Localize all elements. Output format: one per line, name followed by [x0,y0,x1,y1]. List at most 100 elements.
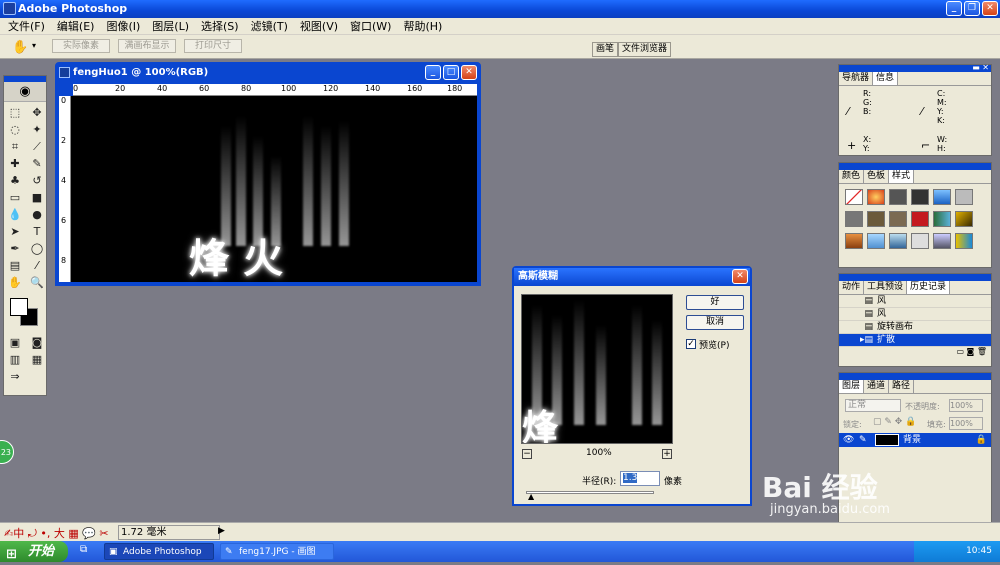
move-tool-icon[interactable]: ✥ [27,105,47,121]
menu-image[interactable]: 图像(I) [100,18,146,34]
tab-tool-presets[interactable]: 工具预设 [864,281,908,294]
foreground-color[interactable] [10,298,28,316]
doc-minimize-button[interactable]: _ [425,65,441,80]
history-item[interactable]: ▤ 风 [839,295,991,308]
history-item[interactable]: ▤ 旋转画布 [839,321,991,334]
opacity-input[interactable]: 100% [949,399,983,412]
shape-tool-icon[interactable]: ◯ [27,241,47,257]
hand-tool-icon[interactable]: ✋ [5,275,25,291]
healing-brush-icon[interactable]: ✚ [5,156,25,172]
doc-close-button[interactable]: ✕ [461,65,477,80]
history-brush-icon[interactable]: ↺ [27,173,47,189]
tab-brushes[interactable]: 画笔 [592,42,619,57]
style-swatch[interactable] [911,189,929,205]
quick-mask-icon[interactable]: ◙ [27,335,47,351]
eye-logo-icon[interactable]: ◉ [4,82,46,102]
brush-tool-icon[interactable]: ✎ [27,156,47,172]
marquee-tool-icon[interactable]: ⬚ [5,105,25,121]
blend-mode-select[interactable]: 正常 [845,399,901,412]
slice-tool-icon[interactable]: ⟋ [27,139,47,155]
menu-view[interactable]: 视图(V) [294,18,344,34]
radius-input[interactable]: 1.3 [620,471,660,486]
menu-edit[interactable]: 编辑(E) [51,18,101,34]
blur-preview[interactable]: 烽火 [521,294,673,444]
style-swatch[interactable] [889,189,907,205]
dialog-close-button[interactable]: ✕ [732,269,748,284]
tab-info[interactable]: 信息 [873,72,899,85]
quicklaunch-icon[interactable]: ⧉ [80,544,87,555]
system-clock[interactable]: 10:45 [914,541,1000,562]
status-arrow-icon[interactable]: ▶ [218,526,225,536]
menu-layer[interactable]: 图层(L) [146,18,195,34]
eyedropper-icon[interactable]: ⁄ [27,258,47,274]
menu-filter[interactable]: 滤镜(T) [245,18,294,34]
crop-tool-icon[interactable]: ⌗ [5,139,25,155]
history-item-active[interactable]: ▸▤ 扩散 [839,334,991,347]
close-button[interactable]: ✕ [982,1,998,16]
radius-slider-track[interactable] [526,491,654,494]
style-swatch[interactable] [889,233,907,249]
style-swatch[interactable] [911,233,929,249]
taskbar-item-photoshop[interactable]: ▣ Adobe Photoshop [104,543,214,560]
tab-paths[interactable]: 路径 [889,380,915,393]
fill-input[interactable]: 100% [949,417,983,430]
status-info[interactable]: 1.72 毫米 [118,525,220,540]
document-title-bar[interactable]: fengHuo1 @ 100%(RGB) _ □ ✕ [57,64,479,82]
history-footer-icons[interactable]: ▭ ◙ 🗑 [839,347,991,359]
tab-history[interactable]: 历史记录 [907,281,951,294]
tab-file-browser[interactable]: 文件浏览器 [618,42,672,57]
style-swatch[interactable] [845,211,863,227]
radius-slider-handle[interactable]: ▲ [528,492,534,501]
magic-wand-icon[interactable]: ✦ [27,122,47,138]
preview-checkbox[interactable]: ✓ [686,339,696,349]
print-size-button[interactable]: 打印尺寸 [184,39,242,53]
zoom-in-button[interactable]: + [662,449,672,459]
dodge-tool-icon[interactable]: ● [27,207,47,223]
pen-tool-icon[interactable]: ✒ [5,241,25,257]
style-swatch[interactable] [933,189,951,205]
style-swatch[interactable] [955,211,973,227]
taskbar-item-paint[interactable]: ✎ feng17.JPG - 画图 [220,543,334,560]
style-swatch[interactable] [867,211,885,227]
fullscreen-mode-icon[interactable]: ▦ [27,352,47,368]
gradient-tool-icon[interactable]: ■ [27,190,47,206]
panel-minimize-icon[interactable]: ▬ ✕ [972,63,989,72]
style-swatch[interactable] [911,211,929,227]
restore-button[interactable]: ❐ [964,1,980,16]
menu-select[interactable]: 选择(S) [195,18,245,34]
style-swatch[interactable] [933,211,951,227]
tab-layers[interactable]: 图层 [839,380,865,393]
style-swatch[interactable] [867,189,885,205]
tab-actions[interactable]: 动作 [839,281,865,294]
menu-window[interactable]: 窗口(W) [344,18,397,34]
zoom-tool-icon[interactable]: 🔍 [27,275,47,291]
style-swatch[interactable] [845,233,863,249]
image-canvas[interactable]: 烽火 [71,96,477,282]
style-swatch[interactable] [889,211,907,227]
menu-help[interactable]: 帮助(H) [397,18,448,34]
actual-pixels-button[interactable]: 实际像素 [52,39,110,53]
blur-tool-icon[interactable]: 💧 [5,207,25,223]
fit-on-screen-button[interactable]: 满画布显示 [118,39,176,53]
hand-tool-icon[interactable]: ✋ [12,40,28,55]
layer-row[interactable]: 👁 ✎ 背景 🔒 [839,433,991,447]
minimize-button[interactable]: _ [946,1,962,16]
tab-color[interactable]: 颜色 [839,170,865,183]
jump-to-imageready-icon[interactable]: ⇒ [5,369,25,385]
tab-swatches[interactable]: 色板 [864,170,890,183]
stamp-tool-icon[interactable]: ♣ [5,173,25,189]
cancel-button[interactable]: 取消 [686,315,744,330]
zoom-out-button[interactable]: − [522,449,532,459]
dialog-title-bar[interactable]: 高斯模糊 ✕ [514,268,750,286]
screen-mode-icon[interactable]: ▥ [5,352,25,368]
tab-channels[interactable]: 通道 [864,380,890,393]
lasso-tool-icon[interactable]: ◌ [5,122,25,138]
path-select-icon[interactable]: ➤ [5,224,25,240]
start-button[interactable]: ⊞ 开始 [0,541,68,562]
notes-tool-icon[interactable]: ▤ [5,258,25,274]
tab-styles[interactable]: 样式 [889,170,915,183]
chevron-down-icon[interactable]: ▾ [32,41,36,50]
lock-icons[interactable]: ▢ ✎ ✥ 🔒 [873,417,916,427]
ok-button[interactable]: 好 [686,295,744,310]
style-swatch[interactable] [955,189,973,205]
